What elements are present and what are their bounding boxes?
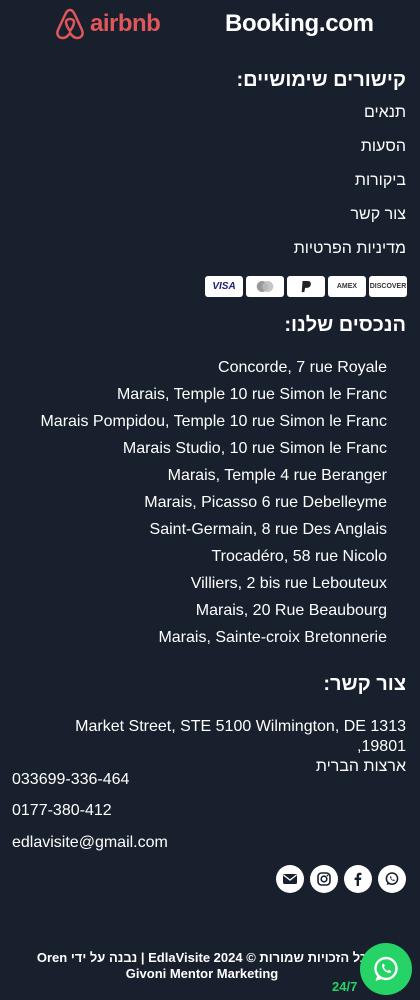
visa-icon: VISA: [205, 276, 243, 297]
property-item[interactable]: Marais, 20 Rue Beaubourg: [40, 600, 387, 627]
property-item[interactable]: Marais, Picasso 6 rue Debelleyme: [40, 492, 387, 519]
useful-links-title: קישורים שימושיים:: [236, 69, 406, 91]
email-icon[interactable]: [276, 865, 304, 893]
link-transfers[interactable]: הסעות: [294, 137, 406, 171]
paypal-icon: [287, 276, 325, 297]
property-item[interactable]: Villiers, 2 bis rue Lebouteux: [40, 573, 387, 600]
property-item[interactable]: Marais Studio, 10 rue Simon le Franc: [40, 438, 387, 465]
mastercard-icon: [246, 276, 284, 297]
property-item[interactable]: Marais, Temple 4 rue Beranger: [40, 465, 387, 492]
properties-list: Concorde, 7 rue Royale Marais, Temple 10…: [40, 357, 387, 654]
payment-methods: VISA AMEX DISCOVER: [205, 276, 407, 298]
airbnb-icon: [56, 8, 84, 40]
whatsapp-icon: [374, 956, 398, 981]
property-item[interactable]: Marais Pompidou, Temple 10 rue Simon le …: [40, 411, 387, 438]
property-item[interactable]: Trocadéro, 58 rue Nicolo: [40, 546, 388, 573]
address-line-1: 1313 Market Street, STE 5100 Wilmington,…: [75, 718, 406, 755]
phone-1[interactable]: 033699-336-464: [12, 771, 129, 789]
partner-logos: airbnb Booking.com: [0, 6, 420, 42]
link-terms[interactable]: תנאים: [294, 103, 406, 137]
useful-links-list: תנאים הסעות ביקורות צור קשר מדיניות הפרט…: [294, 103, 406, 273]
email-link[interactable]: edlavisite@gmail.com: [12, 834, 168, 852]
facebook-icon[interactable]: [344, 865, 372, 893]
airbnb-wordmark: airbnb: [90, 10, 161, 37]
property-item[interactable]: Concorde, 7 rue Royale: [40, 357, 387, 384]
link-privacy-policy[interactable]: מדיניות הפרטיות: [294, 239, 406, 273]
whatsapp-icon[interactable]: [378, 865, 406, 893]
phone-2[interactable]: 0177-380-412: [12, 802, 112, 820]
booking-logo[interactable]: Booking.com: [225, 10, 374, 38]
link-reviews[interactable]: ביקורות: [294, 171, 406, 205]
contact-address: 1313 Market Street, STE 5100 Wilmington,…: [26, 717, 406, 777]
social-links: [276, 865, 406, 893]
property-item[interactable]: Saint-Germain, 8 rue Des Anglais: [40, 519, 387, 546]
availability-badge: 24/7: [332, 979, 358, 994]
property-item[interactable]: Marais, Sainte-croix Bretonnerie: [40, 627, 387, 654]
link-contact[interactable]: צור קשר: [294, 205, 406, 239]
discover-icon: DISCOVER: [369, 276, 407, 297]
properties-title: הנכסים שלנו:: [284, 314, 406, 336]
amex-icon: AMEX: [328, 276, 366, 297]
whatsapp-chat-button[interactable]: [360, 943, 412, 995]
contact-title: צור קשר:: [323, 673, 406, 695]
copyright-footer: כל הזכויות שמורות © EdlaVisite 2024 | נב…: [36, 950, 368, 981]
property-item[interactable]: Marais, Temple 10 rue Simon le Franc: [40, 384, 387, 411]
airbnb-logo[interactable]: airbnb: [54, 6, 161, 42]
instagram-icon[interactable]: [310, 865, 338, 893]
